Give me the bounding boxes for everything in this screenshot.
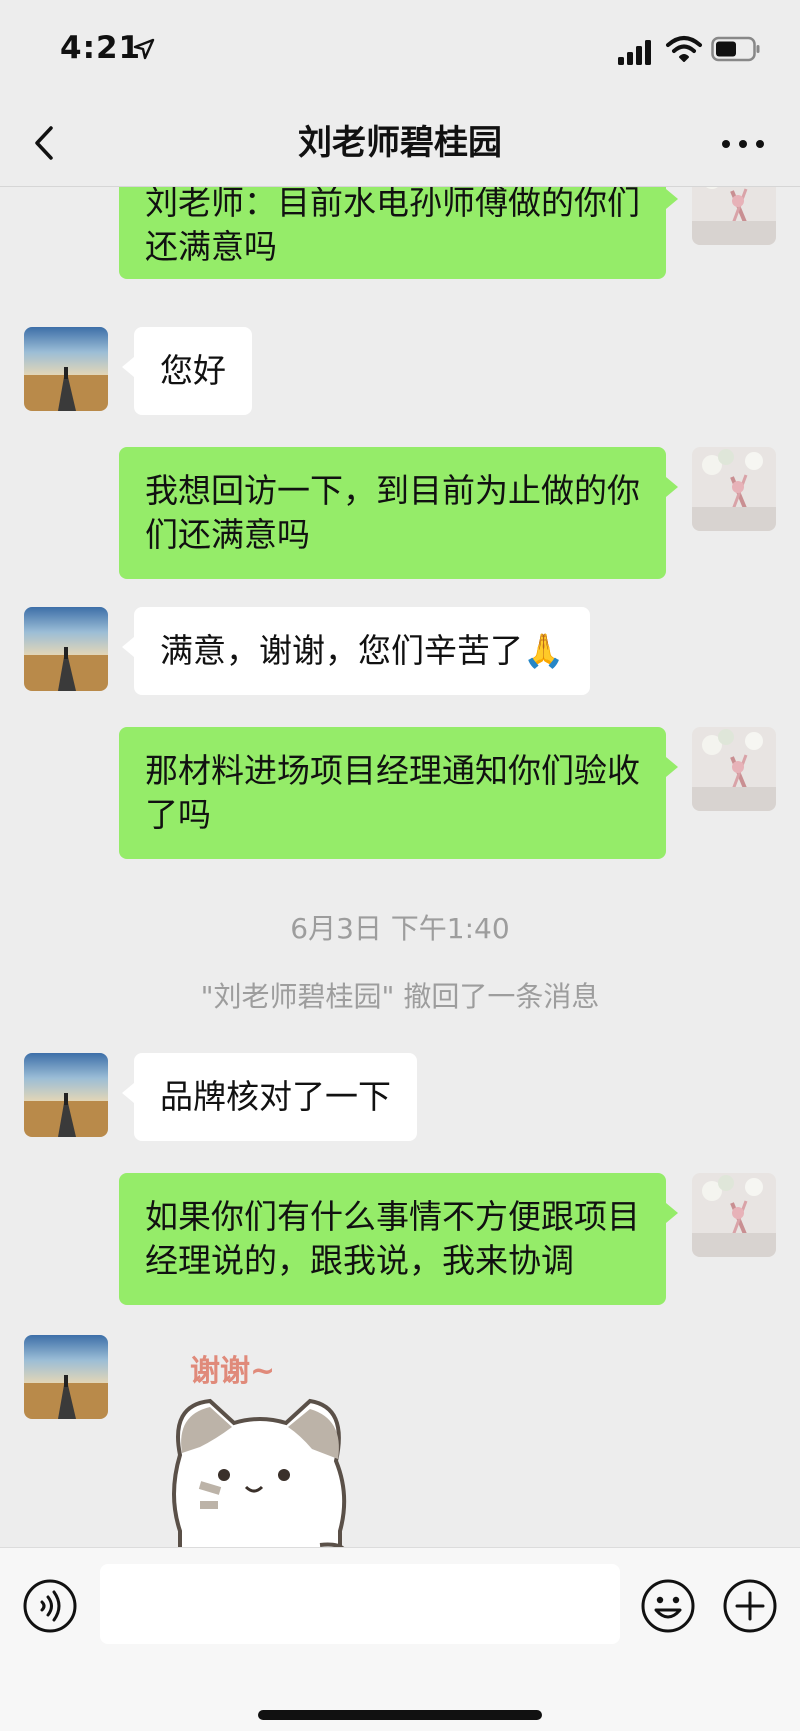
message-list[interactable]: 刘老师：目前水电孙师傅做的你们还满意吗 您好 我想回访一下，到目前为止做的你们还… — [0, 187, 800, 1547]
avatar[interactable] — [24, 607, 108, 691]
avatar[interactable] — [692, 1173, 776, 1257]
voice-icon[interactable] — [22, 1578, 78, 1634]
emoji-icon[interactable] — [640, 1578, 696, 1634]
message-bubble[interactable]: 品牌核对了一下 — [122, 1053, 417, 1141]
chevron-left-icon[interactable] — [26, 120, 66, 166]
timestamp: 6月3日 下午1:40 — [290, 912, 510, 945]
chat-title: 刘老师碧桂园 — [298, 123, 502, 163]
input-bar — [0, 1547, 800, 1731]
status-bar: 4:21 — [0, 0, 800, 100]
signal-icon — [618, 40, 651, 65]
message-bubble[interactable]: 如果你们有什么事情不方便跟项目经理说的，跟我说，我来协调 — [119, 1173, 678, 1305]
status-time: 4:21 — [60, 30, 142, 66]
avatar[interactable] — [692, 727, 776, 811]
message-bubble[interactable]: 刘老师：目前水电孙师傅做的你们还满意吗 — [119, 187, 678, 279]
message-bubble[interactable]: 满意，谢谢，您们辛苦了🙏 — [121, 607, 591, 695]
cat-sticker-icon[interactable]: 谢谢~ — [160, 1335, 360, 1547]
message-bubble[interactable]: 那材料进场项目经理通知你们验收了吗 — [119, 727, 678, 859]
message-bubble[interactable]: 我想回访一下，到目前为止做的你们还满意吗 — [119, 447, 678, 579]
plus-icon[interactable] — [722, 1578, 778, 1634]
sticker-caption: 谢谢~ — [190, 1354, 275, 1389]
nav-bar: 刘老师碧桂园 — [0, 100, 800, 187]
wifi-icon — [666, 36, 702, 62]
recall-notice: "刘老师碧桂园" 撤回了一条消息 — [200, 980, 600, 1013]
message-bubble[interactable]: 您好 — [122, 327, 252, 415]
location-arrow-icon — [133, 38, 155, 60]
avatar[interactable] — [24, 1335, 108, 1419]
home-indicator[interactable] — [258, 1710, 542, 1720]
more-dots-icon[interactable] — [718, 126, 768, 162]
battery-icon — [711, 36, 760, 62]
avatar[interactable] — [24, 327, 108, 411]
message-input[interactable] — [100, 1564, 620, 1644]
chat-screen: 4:21 刘老师碧桂园 刘老师：目前水电孙师傅做的你们还满意吗 您好 我想回访一… — [0, 0, 800, 1731]
avatar[interactable] — [692, 187, 776, 245]
avatar[interactable] — [692, 447, 776, 531]
avatar[interactable] — [24, 1053, 108, 1137]
